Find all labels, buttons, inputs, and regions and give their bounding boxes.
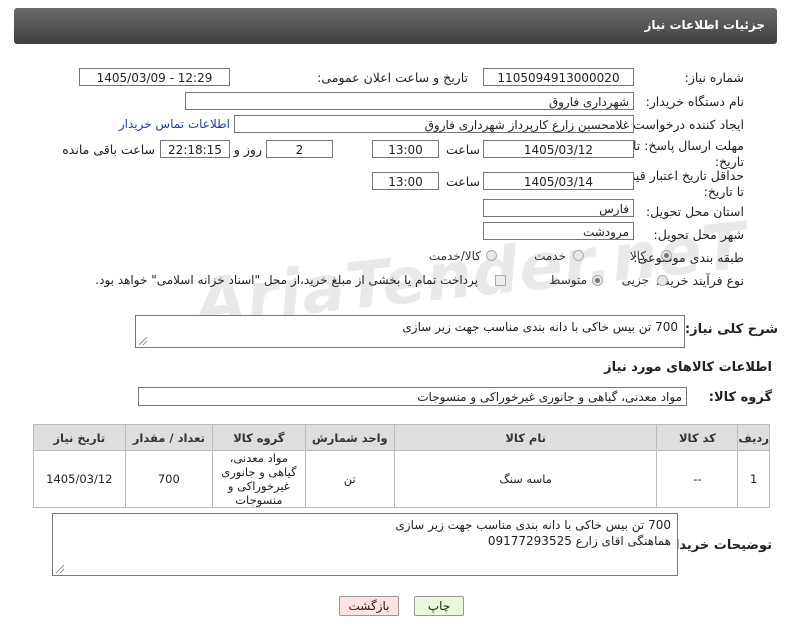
requester-label: ایجاد کننده درخواست: — [628, 117, 744, 132]
reply-deadline-date: 1405/03/12 — [483, 140, 634, 158]
province-field: فارس — [483, 199, 634, 217]
category-both-option: کالا/خدمت — [428, 249, 481, 263]
header-bar: جزئیات اطلاعات نیاز — [14, 8, 777, 44]
cell-quantity: 700 — [124, 450, 214, 508]
description-label: شرح کلی نیاز: — [684, 322, 778, 337]
process-minor-radio[interactable] — [657, 275, 668, 286]
requester-field: غلامحسین زارع کارپرداز شهرداری فاروق — [234, 115, 634, 133]
reply-days-field: 2 — [266, 140, 333, 158]
process-type-label: نوع فرآیند خرید : — [655, 273, 744, 288]
province-label: استان محل تحویل: — [645, 204, 744, 219]
city-label: شهر محل تحویل: — [653, 227, 744, 242]
page-title: جزئیات اطلاعات نیاز — [644, 18, 765, 32]
announce-datetime-label: تاریخ و ساعت اعلان عمومی: — [317, 70, 468, 85]
remaining-time-field: 22:18:15 — [160, 140, 230, 158]
price-validity-date: 1405/03/14 — [483, 172, 634, 190]
goods-section-title: اطلاعات کالاهای مورد نیاز — [604, 360, 772, 375]
resize-handle-icon[interactable] — [139, 337, 147, 345]
buyer-notes-line1: 700 تن بیس خاکی با دانه بندی مناسب جهت ز… — [395, 518, 671, 532]
reply-time-label: ساعت — [445, 142, 480, 157]
buyer-notes-line2: هماهنگی اقای زارع 09177293525 — [487, 534, 671, 548]
announce-datetime-field: 1405/03/09 - 12:29 — [79, 68, 230, 86]
need-number-field: 1105094913000020 — [483, 68, 634, 86]
header-need-date: تاریخ نیاز — [33, 424, 126, 451]
cell-row-number: 1 — [737, 450, 770, 508]
buyer-notes-label: توضیحات خریدار: — [662, 538, 772, 553]
reply-days-label: روز و — [233, 142, 262, 157]
category-label: طبقه بندی موضوعی: — [633, 250, 744, 265]
treasury-bonds-checkbox[interactable] — [495, 275, 506, 286]
cell-goods-group: مواد معدنی، گیاهی و جانوری غیرخوراکی و م… — [212, 450, 306, 508]
buyer-org-label: نام دستگاه خریدار: — [645, 94, 744, 109]
header-quantity: تعداد / مقدار — [124, 424, 214, 451]
reply-deadline-time: 13:00 — [372, 140, 439, 158]
treasury-bonds-text: پرداخت تمام یا بخشی از مبلغ خرید،از محل … — [95, 273, 478, 287]
cell-goods-code: -- — [656, 450, 739, 508]
buyer-org-field: شهرداری فاروق — [185, 92, 634, 110]
back-button[interactable]: بازگشت — [339, 596, 399, 616]
description-textarea[interactable]: 700 تن بیس خاکی با دانه بندی مناسب جهت ز… — [135, 315, 685, 348]
header-row: ردیف — [737, 424, 770, 451]
description-text: 700 تن بیس خاکی با دانه بندی مناسب جهت ز… — [402, 320, 678, 334]
category-both-radio[interactable] — [486, 250, 497, 261]
remaining-time-label: ساعت باقی مانده — [62, 142, 155, 157]
price-validity-time-label: ساعت — [445, 174, 480, 189]
table-row: 1405/03/12 700 مواد معدنی، گیاهی و جانور… — [33, 450, 770, 508]
resize-handle-icon[interactable] — [56, 565, 64, 573]
process-medium-option: متوسط — [549, 273, 587, 287]
goods-table: تاریخ نیاز تعداد / مقدار گروه کالا واحد … — [33, 424, 770, 508]
header-unit: واحد شمارش — [304, 424, 395, 451]
cell-unit: تن — [304, 450, 395, 508]
goods-group-label: گروه کالا: — [708, 390, 772, 405]
buyer-notes-textarea[interactable]: 700 تن بیس خاکی با دانه بندی مناسب جهت ز… — [52, 513, 678, 576]
city-field: مرودشت — [483, 222, 634, 240]
cell-need-date: 1405/03/12 — [33, 450, 126, 508]
header-goods-group: گروه کالا — [212, 424, 306, 451]
need-number-label: شماره نیاز: — [684, 70, 744, 85]
process-minor-option: جزیی — [621, 273, 649, 287]
cell-goods-name: ماسه سنگ — [393, 450, 658, 508]
process-medium-radio[interactable] — [592, 275, 603, 286]
header-goods-name: نام کالا — [393, 424, 658, 451]
buyer-contact-link[interactable]: اطلاعات تماس خریدار — [119, 117, 230, 131]
category-service-option: خدمت — [534, 249, 566, 263]
price-validity-time: 13:00 — [372, 172, 439, 190]
header-goods-code: کد کالا — [656, 424, 739, 451]
category-service-radio[interactable] — [573, 250, 584, 261]
goods-group-field: مواد معدنی، گیاهی و جانوری غیرخوراکی و م… — [138, 387, 687, 406]
print-button[interactable]: چاپ — [414, 596, 464, 616]
goods-table-header: تاریخ نیاز تعداد / مقدار گروه کالا واحد … — [33, 424, 770, 451]
category-goods-radio[interactable] — [661, 250, 672, 261]
category-goods-option: کالا — [629, 249, 646, 263]
